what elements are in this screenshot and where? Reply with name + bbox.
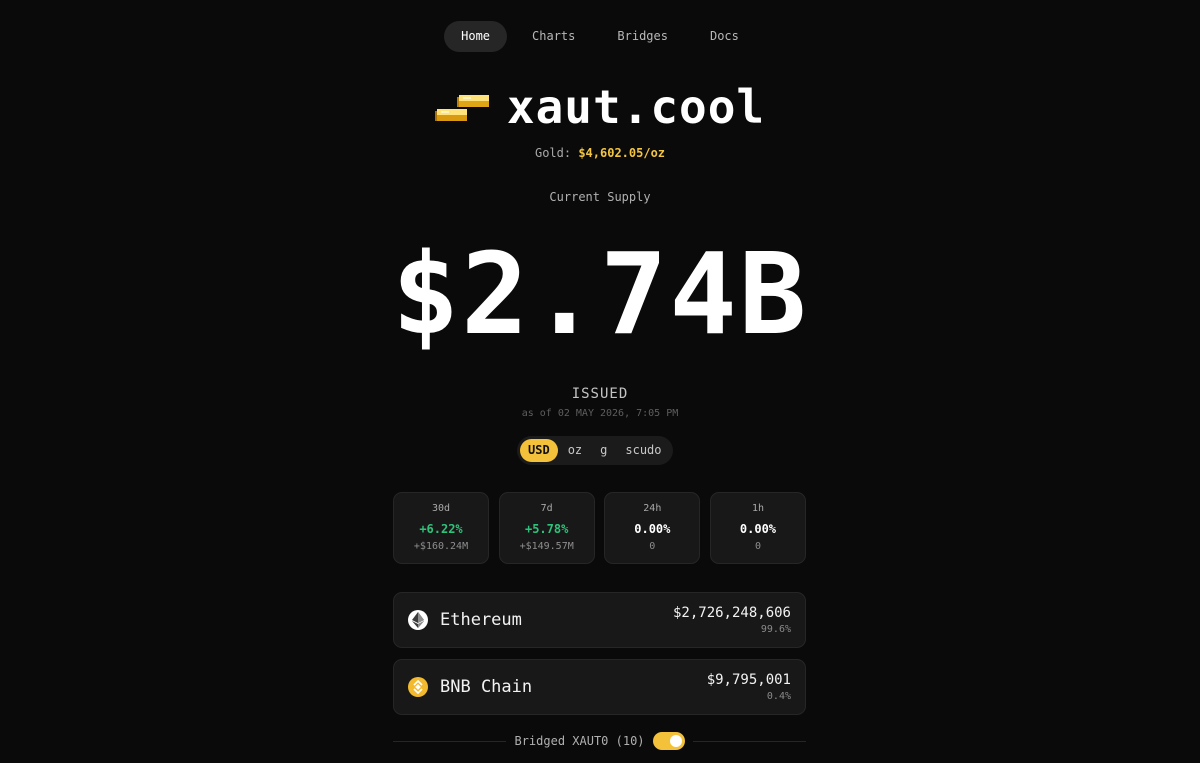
stat-amount: 0 <box>754 541 761 552</box>
nav-charts[interactable]: Charts <box>515 21 592 52</box>
chain-amount: $9,795,001 <box>706 672 791 688</box>
chain-row-bnb[interactable]: BNB Chain $9,795,001 0.4% <box>393 659 806 715</box>
chain-name: BNB Chain <box>440 677 533 697</box>
stat-card-30d: 30d +6.22% +$160.24M <box>393 492 489 564</box>
chain-row-ethereum[interactable]: Ethereum $2,726,248,606 99.6% <box>393 592 806 648</box>
chain-values: $9,795,001 0.4% <box>707 672 791 702</box>
stat-amount: 0 <box>649 541 656 552</box>
stat-period: 24h <box>643 503 662 514</box>
bridged-label: Bridged XAUT0 (10) <box>514 734 645 748</box>
chain-share: 99.6% <box>760 624 791 635</box>
bnb-icon <box>408 677 428 697</box>
stat-card-24h: 24h 0.00% 0 <box>604 492 701 564</box>
nav-docs[interactable]: Docs <box>693 21 756 52</box>
unit-oz[interactable]: oz <box>560 439 590 462</box>
chain-name: Ethereum <box>440 610 522 630</box>
unit-scudo[interactable]: scudo <box>617 439 669 462</box>
bridged-section: Bridged XAUT0 (10) <box>393 731 807 751</box>
gold-price-label: Gold: <box>534 146 572 160</box>
stat-percent: 0.00% <box>739 522 777 536</box>
chain-share: 0.4% <box>766 691 791 702</box>
divider <box>393 740 507 742</box>
stat-card-1h: 1h 0.00% 0 <box>709 492 806 564</box>
nav-bridges[interactable]: Bridges <box>600 21 685 52</box>
stat-period: 1h <box>751 503 764 514</box>
supply-status: ISSUED <box>571 386 629 402</box>
stat-percent: 0.00% <box>634 522 671 536</box>
stat-amount: +$160.24M <box>413 541 469 552</box>
supply-value: $2.74B <box>391 230 809 360</box>
supply-label: Current Supply <box>549 190 651 204</box>
stat-percent: +6.22% <box>419 522 463 536</box>
unit-g[interactable]: g <box>592 439 615 462</box>
toggle-knob <box>669 735 682 747</box>
ethereum-icon <box>408 610 428 630</box>
unit-toggle: USD oz g scudo <box>517 436 673 465</box>
stat-period: 7d <box>540 503 553 514</box>
nav-home[interactable]: Home <box>444 21 508 52</box>
change-stats: 30d +6.22% +$160.24M 7d +5.78% +$149.57M… <box>393 492 806 564</box>
page: Home Charts Bridges Docs xaut.cool Gold:… <box>0 0 1200 763</box>
divider <box>692 740 807 742</box>
site-title: xaut.cool <box>506 80 766 134</box>
stat-card-7d: 7d +5.78% +$149.57M <box>498 492 595 564</box>
site-logo[interactable]: xaut.cool <box>0 80 1200 134</box>
chain-values: $2,726,248,606 99.6% <box>673 605 791 635</box>
gold-price: Gold: $4,602.05/oz <box>0 146 1200 160</box>
stat-amount: +$149.57M <box>519 541 574 552</box>
stat-percent: +5.78% <box>524 522 569 536</box>
top-nav: Home Charts Bridges Docs <box>0 21 1200 52</box>
gold-bars-icon <box>434 87 489 127</box>
chain-amount: $2,726,248,606 <box>672 605 791 621</box>
stat-period: 30d <box>431 503 451 514</box>
supply-timestamp: as of 02 MAY 2026, 7:05 PM <box>521 408 679 419</box>
gold-price-value: $4,602.05/oz <box>578 146 666 160</box>
bridged-toggle[interactable] <box>652 732 685 750</box>
unit-usd[interactable]: USD <box>520 439 558 462</box>
